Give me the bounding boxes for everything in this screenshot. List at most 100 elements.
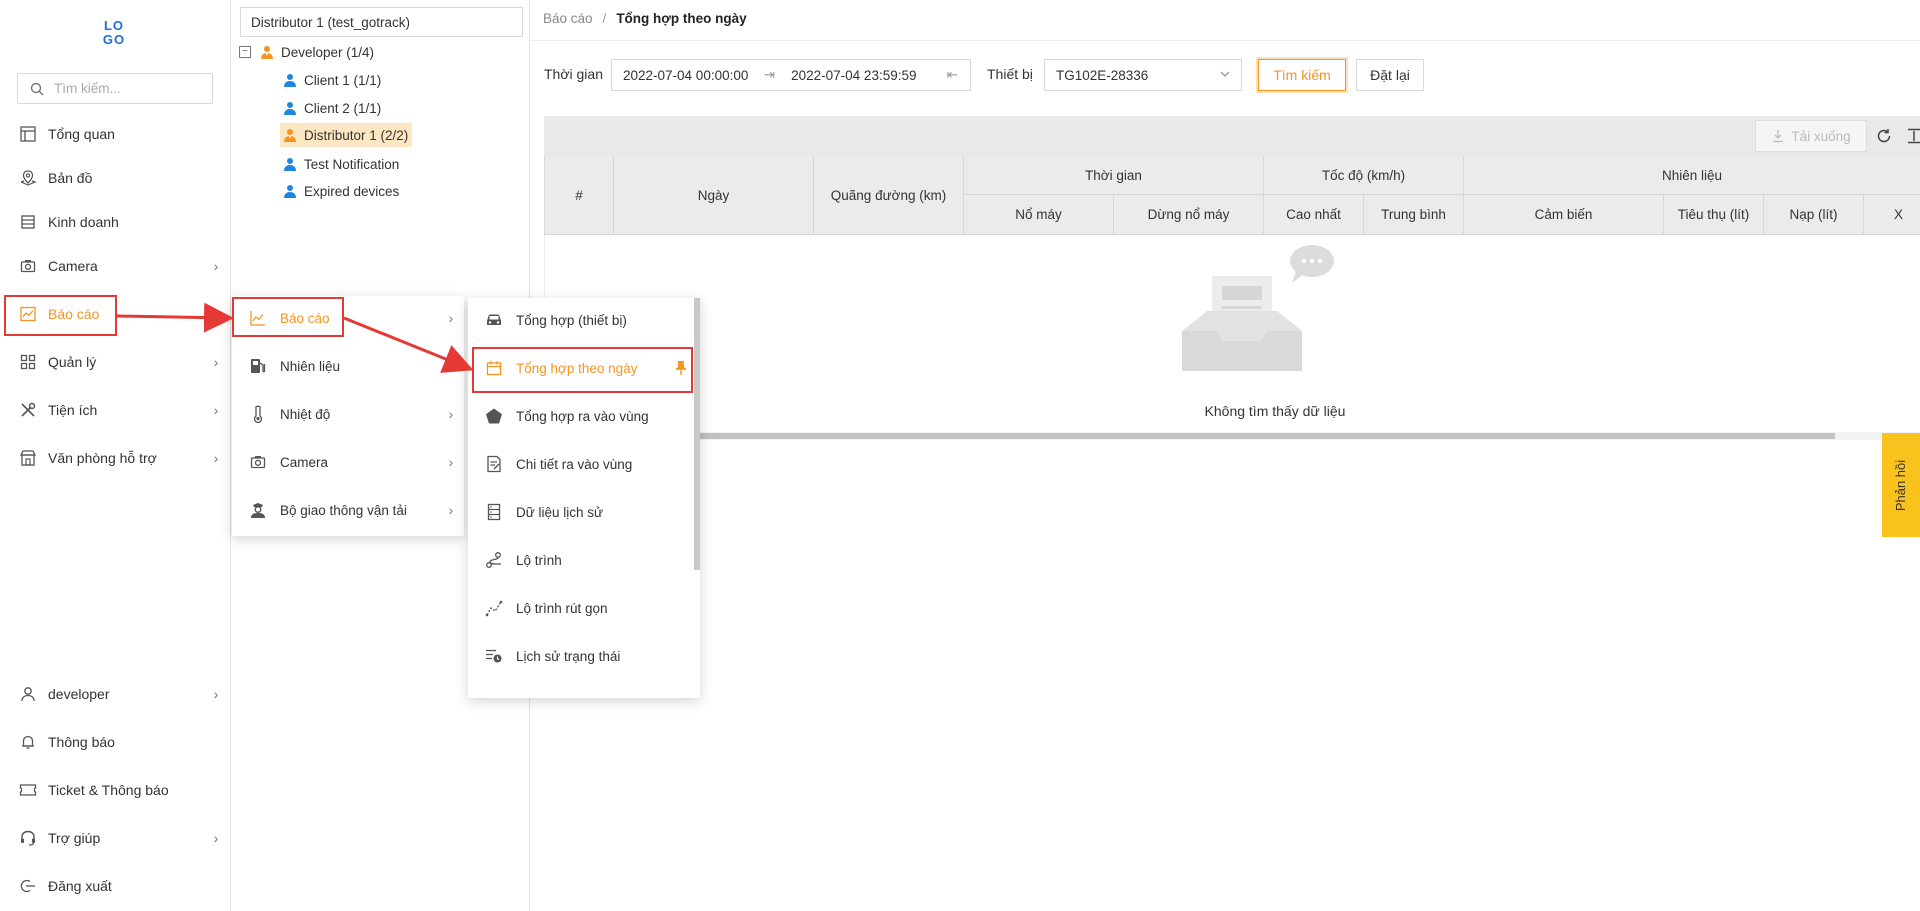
reset-button[interactable]: Đặt lại [1356,59,1424,91]
tree-node-label: Test Notification [304,156,400,172]
chevron-down-icon [1219,68,1231,80]
time-range-picker[interactable]: 2022-07-04 00:00:00 ⇥ 2022-07-04 23:59:5… [611,59,971,91]
nav-management[interactable]: Quản lý › [0,342,231,382]
user-icon [282,72,298,88]
nav-map[interactable]: Bản đồ [0,158,231,198]
logo-icon: LO GO [103,18,124,47]
report-item-zone-detail[interactable]: Chi tiết ra vào vùng [468,442,694,486]
submenu-label: Bộ giao thông vận tải [280,502,407,518]
chevron-right-icon: › [448,358,454,374]
chevron-right-icon: › [448,502,454,518]
search-input[interactable] [54,81,204,96]
device-value: TG102E-28336 [1056,67,1149,83]
time-to[interactable]: 2022-07-04 23:59:59 [787,68,934,83]
report-item-zone-summary[interactable]: Tổng hợp ra vào vùng [468,394,694,438]
nav-label: Kinh doanh [48,214,119,230]
search-icon [30,82,44,95]
route-icon [484,550,504,570]
map-pin-icon [18,168,38,188]
nav-label: developer [48,686,110,702]
highlight-box-nav-reports [4,295,117,336]
polyline-icon [484,598,504,618]
collapse-toggle-icon[interactable]: − [239,46,251,58]
tree-node-client2[interactable]: Client 2 (1/1) [282,96,381,120]
report-item-label: Lộ trình rút gọn [516,600,608,616]
submenu-item-fuel[interactable]: Nhiên liệu › [232,344,464,388]
report-item-route[interactable]: Lộ trình [468,538,694,582]
logo[interactable]: LO GO [98,16,130,48]
report-item-label: Tổng hợp (thiết bị) [516,312,627,328]
download-button[interactable]: Tải xuống [1755,120,1867,152]
nav-help[interactable]: Trợ giúp › [0,818,231,858]
refresh-icon[interactable] [1874,126,1894,146]
breadcrumb-parent[interactable]: Báo cáo [543,11,593,26]
breadcrumb: Báo cáo / Tổng hợp theo ngày [543,11,747,26]
user-icon [282,156,298,172]
report-item-short-route[interactable]: Lộ trình rút gọn [468,586,694,630]
nav-ticket[interactable]: Ticket & Thông báo [0,770,231,810]
user-group-icon [259,44,275,60]
submenu-scrollbar[interactable] [694,298,700,570]
breadcrumb-current: Tổng hợp theo ngày [616,11,747,26]
distributor-select[interactable]: Distributor 1 (test_gotrack) [240,7,523,37]
nav-label: Tiện ích [48,402,98,418]
column-height-icon[interactable] [1904,126,1920,146]
tree-node-client1[interactable]: Client 1 (1/1) [282,68,381,92]
sidebar-search[interactable] [17,73,213,104]
nav-camera[interactable]: Camera › [0,246,231,286]
tree-node-label: Distributor 1 (2/2) [304,127,409,143]
submenu-item-camera[interactable]: Camera › [232,440,464,484]
tree-node-expired-devices[interactable]: Expired devices [282,179,399,203]
report-item-summary-device[interactable]: Tổng hợp (thiết bị) [468,298,694,342]
list-clock-icon [484,646,504,666]
report-item-label: Chi tiết ra vào vùng [516,456,633,472]
report-item-status-history[interactable]: Lịch sử trạng thái [468,634,694,678]
search-button[interactable]: Tìm kiếm [1258,59,1346,91]
horizontal-scrollbar[interactable] [695,432,1920,440]
nav-notifications[interactable]: Thông báo [0,722,231,762]
document-edit-icon [484,454,504,474]
grid-icon [18,352,38,372]
user-icon [18,684,38,704]
ticket-icon [18,780,38,800]
download-icon [1773,130,1784,143]
col-speed-max: Cao nhất [1264,195,1364,235]
user-group-icon [282,127,298,143]
submenu-item-temperature[interactable]: Nhiệt độ › [232,392,464,436]
device-select[interactable]: TG102E-28336 [1044,59,1242,91]
report-item-label: Tổng hợp ra vào vùng [516,408,649,424]
tree-node-developer[interactable]: − Developer (1/4) [239,40,374,64]
nav-user[interactable]: developer › [0,674,231,714]
col-fuel-consumption: Tiêu thụ (lít) [1664,195,1764,235]
tree-node-distributor1[interactable]: Distributor 1 (2/2) [280,123,413,147]
storefront-icon [18,448,38,468]
time-from[interactable]: 2022-07-04 00:00:00 [612,68,752,83]
nav-support-office[interactable]: Văn phòng hỗ trợ › [0,438,231,478]
tools-icon [18,400,38,420]
nav-logout[interactable]: Đăng xuất [0,866,231,906]
scrollbar-thumb[interactable] [695,433,1835,439]
col-index: # [544,156,614,235]
empty-state-text: Không tìm thấy dữ liệu [1204,403,1346,419]
camera-icon [18,256,38,276]
thermometer-icon [248,404,268,424]
nav-business[interactable]: Kinh doanh [0,202,231,242]
submenu-item-transport-ministry[interactable]: Bộ giao thông vận tải › [232,488,464,532]
bell-icon [18,732,38,752]
table-toolbar: Tải xuống [544,116,1920,156]
sidebar: LO GO Tổng quan Bản đồ Kinh doanh Camera… [0,0,231,911]
download-label: Tải xuống [1791,128,1851,144]
feedback-tab[interactable]: Phản hồi [1882,433,1920,537]
device-label: Thiết bị [987,66,1033,82]
nav-overview[interactable]: Tổng quan [0,114,231,154]
tree-node-test-notification[interactable]: Test Notification [282,152,399,176]
nav-utilities[interactable]: Tiện ích › [0,390,231,430]
camera-icon [248,452,268,472]
report-item-history-data[interactable]: Dữ liệu lịch sử [468,490,694,534]
chevron-right-icon: › [448,454,454,470]
submenu-label: Nhiệt độ [280,406,331,422]
database-icon [484,502,504,522]
pentagon-icon [484,406,504,426]
svg-text:LO: LO [104,18,124,33]
tree-node-label: Client 1 (1/1) [304,72,382,88]
